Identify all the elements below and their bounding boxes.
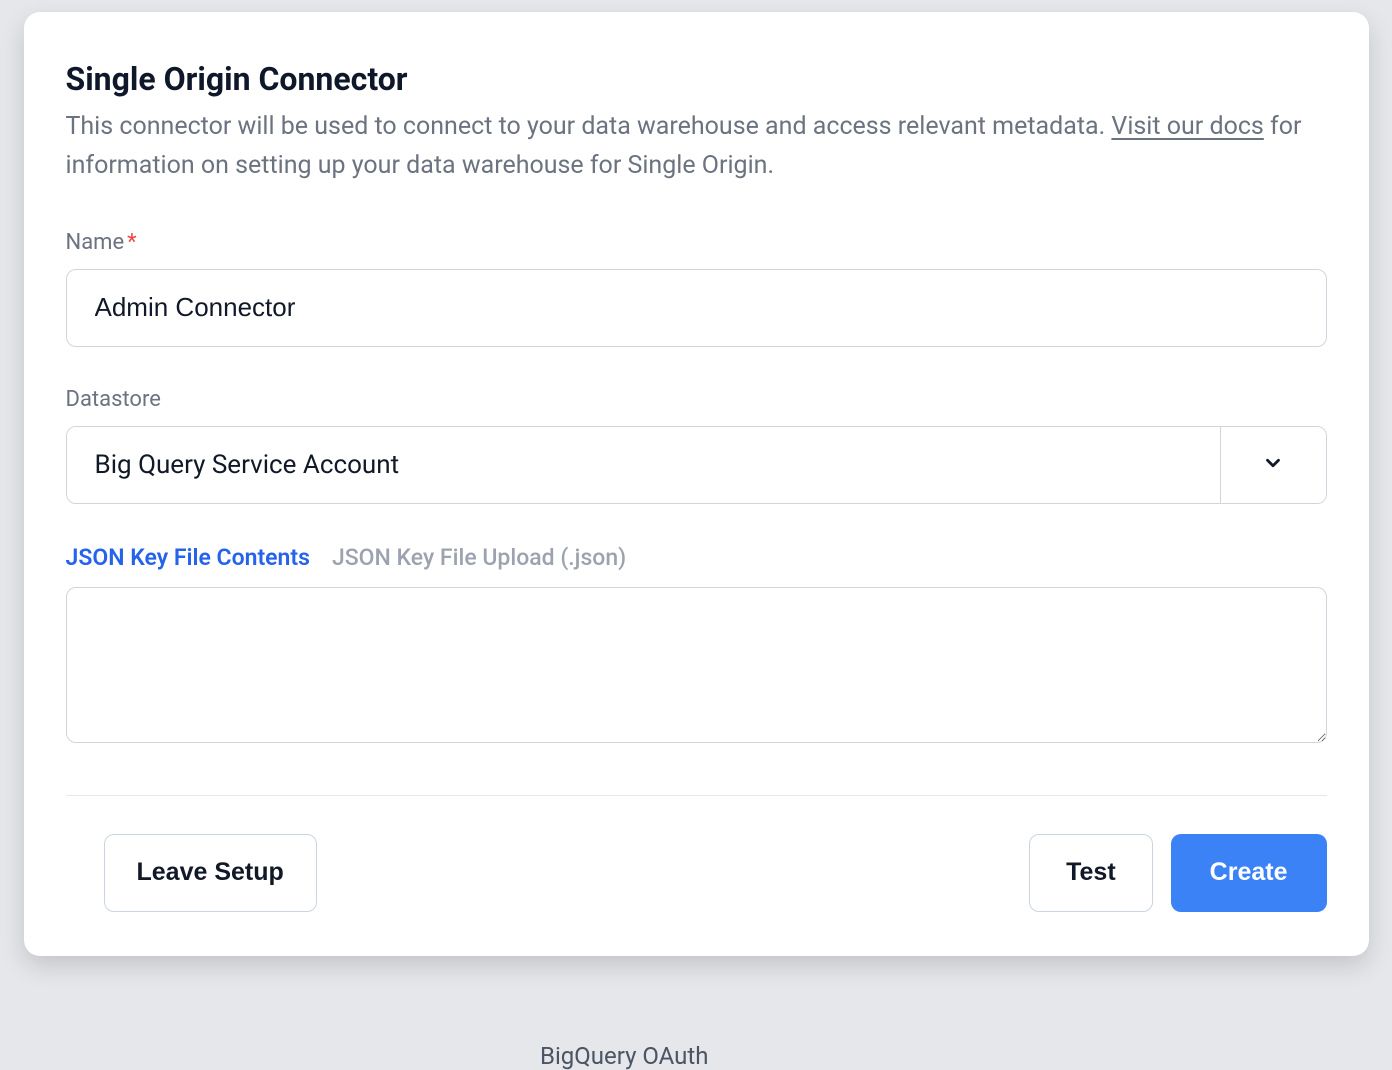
modal-description: This connector will be used to connect t… (66, 108, 1327, 186)
footer-divider (66, 795, 1327, 796)
datastore-field-group: Datastore Big Query Service Account (66, 387, 1327, 504)
modal-footer: Leave Setup Test Create (66, 834, 1327, 912)
required-asterisk: * (127, 230, 136, 255)
json-key-section: JSON Key File Contents JSON Key File Upl… (66, 544, 1327, 747)
footer-right: Test Create (1029, 834, 1326, 912)
datastore-label: Datastore (66, 387, 1327, 412)
tab-json-upload[interactable]: JSON Key File Upload (.json) (332, 544, 626, 571)
datastore-select[interactable]: Big Query Service Account (66, 426, 1327, 504)
docs-link[interactable]: Visit our docs (1111, 112, 1263, 141)
create-button[interactable]: Create (1171, 834, 1327, 912)
json-key-textarea[interactable] (66, 587, 1327, 743)
footer-left: Leave Setup (66, 834, 1030, 912)
name-label: Name* (66, 230, 1327, 255)
tab-json-contents[interactable]: JSON Key File Contents (66, 544, 310, 571)
leave-setup-button[interactable]: Leave Setup (104, 834, 317, 912)
datastore-select-value[interactable]: Big Query Service Account (67, 427, 1220, 503)
name-field-group: Name* (66, 230, 1327, 347)
modal-overlay: Single Origin Connector This connector w… (0, 0, 1392, 1070)
datastore-select-caret[interactable] (1220, 427, 1326, 503)
name-input[interactable] (66, 269, 1327, 347)
modal-title: Single Origin Connector (66, 60, 1327, 98)
description-text-1: This connector will be used to connect t… (66, 112, 1112, 141)
json-tabs: JSON Key File Contents JSON Key File Upl… (66, 544, 1327, 571)
connector-modal: Single Origin Connector This connector w… (24, 12, 1369, 956)
chevron-down-icon (1262, 452, 1284, 478)
test-button[interactable]: Test (1029, 834, 1153, 912)
name-label-text: Name (66, 230, 125, 255)
